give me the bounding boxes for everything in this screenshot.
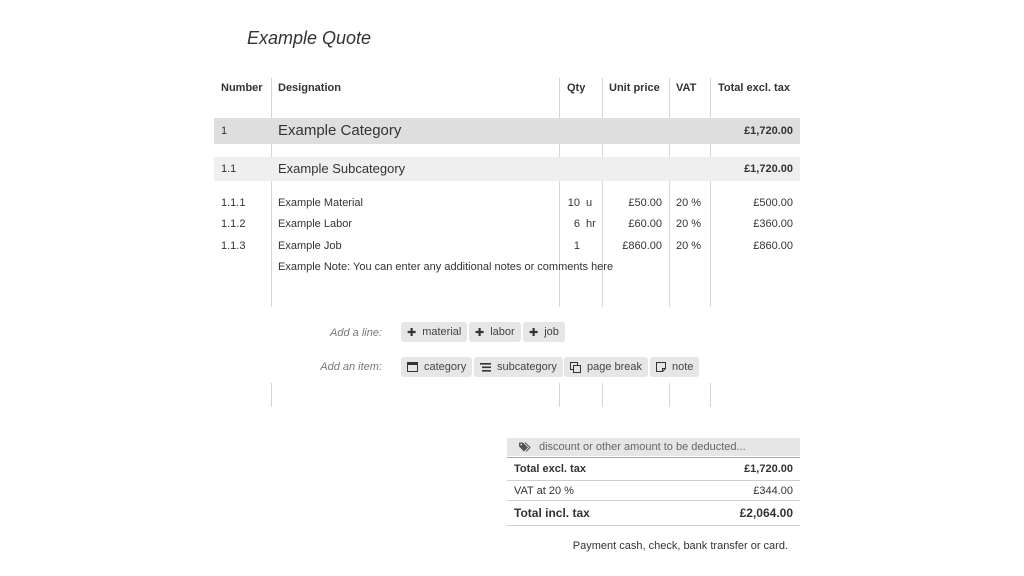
payment-terms[interactable]: Payment cash, check, bank transfer or ca… (540, 540, 788, 552)
add-note-label: note (672, 361, 694, 373)
plus-icon: ✚ (475, 326, 485, 339)
line-unit[interactable]: u (586, 197, 592, 209)
line-vat[interactable]: 20 % (676, 218, 701, 230)
vat-value: £344.00 (753, 485, 793, 497)
copy-icon (570, 361, 581, 373)
line-designation[interactable]: Example Job (278, 240, 342, 252)
add-labor-button[interactable]: ✚ labor (469, 322, 521, 342)
line-total: £360.00 (753, 218, 793, 230)
discount-placeholder: discount or other amount to be deducted.… (539, 441, 746, 453)
window-icon (407, 362, 418, 372)
column-divider (710, 383, 711, 407)
line-unit-price[interactable]: £860.00 (604, 240, 662, 252)
line-qty[interactable]: 6 (560, 218, 580, 230)
line-number: 1.1.1 (221, 197, 246, 209)
line-total: £500.00 (753, 197, 793, 209)
line-vat[interactable]: 20 % (676, 240, 701, 252)
category-total: £1,720.00 (744, 125, 793, 137)
divider (507, 457, 800, 458)
list-icon (480, 362, 491, 372)
add-category-label: category (424, 361, 467, 373)
discount-field[interactable]: discount or other amount to be deducted.… (507, 438, 800, 456)
header-qty: Qty (567, 82, 586, 94)
total-excl-label: Total excl. tax (514, 463, 586, 475)
column-divider (559, 383, 560, 407)
add-material-label: material (422, 326, 462, 338)
total-incl-label: Total incl. tax (514, 506, 590, 520)
add-note-button[interactable]: note (650, 357, 700, 377)
line-number: 1.1.2 (221, 218, 246, 230)
header-number: Number (221, 82, 263, 94)
add-line-label: Add a line: (330, 327, 382, 339)
total-excl-row: Total excl. tax £1,720.00 (514, 463, 793, 475)
note-text[interactable]: Example Note: You can enter any addition… (278, 261, 613, 273)
vat-row: VAT at 20 % £344.00 (514, 485, 793, 497)
total-incl-row: Total incl. tax £2,064.00 (514, 506, 793, 520)
quote-title[interactable]: Example Quote (247, 28, 371, 49)
subcategory-number: 1.1 (221, 163, 237, 175)
add-page-break-label: page break (587, 361, 643, 373)
column-divider (602, 383, 603, 407)
header-designation: Designation (278, 82, 341, 94)
line-vat[interactable]: 20 % (676, 197, 701, 209)
line-number: 1.1.3 (221, 240, 246, 252)
total-incl-value: £2,064.00 (739, 506, 793, 520)
line-total: £860.00 (753, 240, 793, 252)
add-subcategory-label: subcategory (497, 361, 557, 373)
plus-icon: ✚ (529, 326, 539, 339)
note-icon (656, 362, 666, 372)
add-job-label: job (544, 326, 559, 338)
subcategory-total: £1,720.00 (744, 163, 793, 175)
line-unit-price[interactable]: £60.00 (604, 218, 662, 230)
column-divider (271, 78, 272, 307)
line-qty[interactable]: 1 (560, 240, 580, 252)
vat-label: VAT at 20 % (514, 485, 574, 497)
column-divider (669, 383, 670, 407)
divider (507, 480, 800, 481)
line-designation[interactable]: Example Material (278, 197, 363, 209)
header-total: Total excl. tax (718, 82, 790, 94)
add-item-label: Add an item: (320, 361, 382, 373)
add-subcategory-button[interactable]: subcategory (474, 357, 563, 377)
tag-icon (519, 442, 531, 452)
add-material-button[interactable]: ✚ material (401, 322, 468, 342)
category-number: 1 (221, 125, 228, 137)
subcategory-name[interactable]: Example Subcategory (278, 161, 405, 176)
header-unit-price: Unit price (609, 82, 660, 94)
add-category-button[interactable]: category (401, 357, 473, 377)
divider (507, 500, 800, 501)
divider (507, 525, 800, 526)
header-vat: VAT (676, 82, 697, 94)
add-job-button[interactable]: ✚ job (523, 322, 565, 342)
line-unit-price[interactable]: £50.00 (604, 197, 662, 209)
line-qty[interactable]: 10 (560, 197, 580, 209)
add-labor-label: labor (490, 326, 515, 338)
column-divider (710, 78, 711, 307)
add-page-break-button[interactable]: page break (564, 357, 649, 377)
line-designation[interactable]: Example Labor (278, 218, 352, 230)
category-name[interactable]: Example Category (278, 122, 401, 139)
plus-icon: ✚ (407, 326, 417, 339)
column-divider (669, 78, 670, 307)
line-unit[interactable]: hr (586, 218, 596, 230)
column-divider (271, 383, 272, 407)
total-excl-value: £1,720.00 (744, 463, 793, 475)
